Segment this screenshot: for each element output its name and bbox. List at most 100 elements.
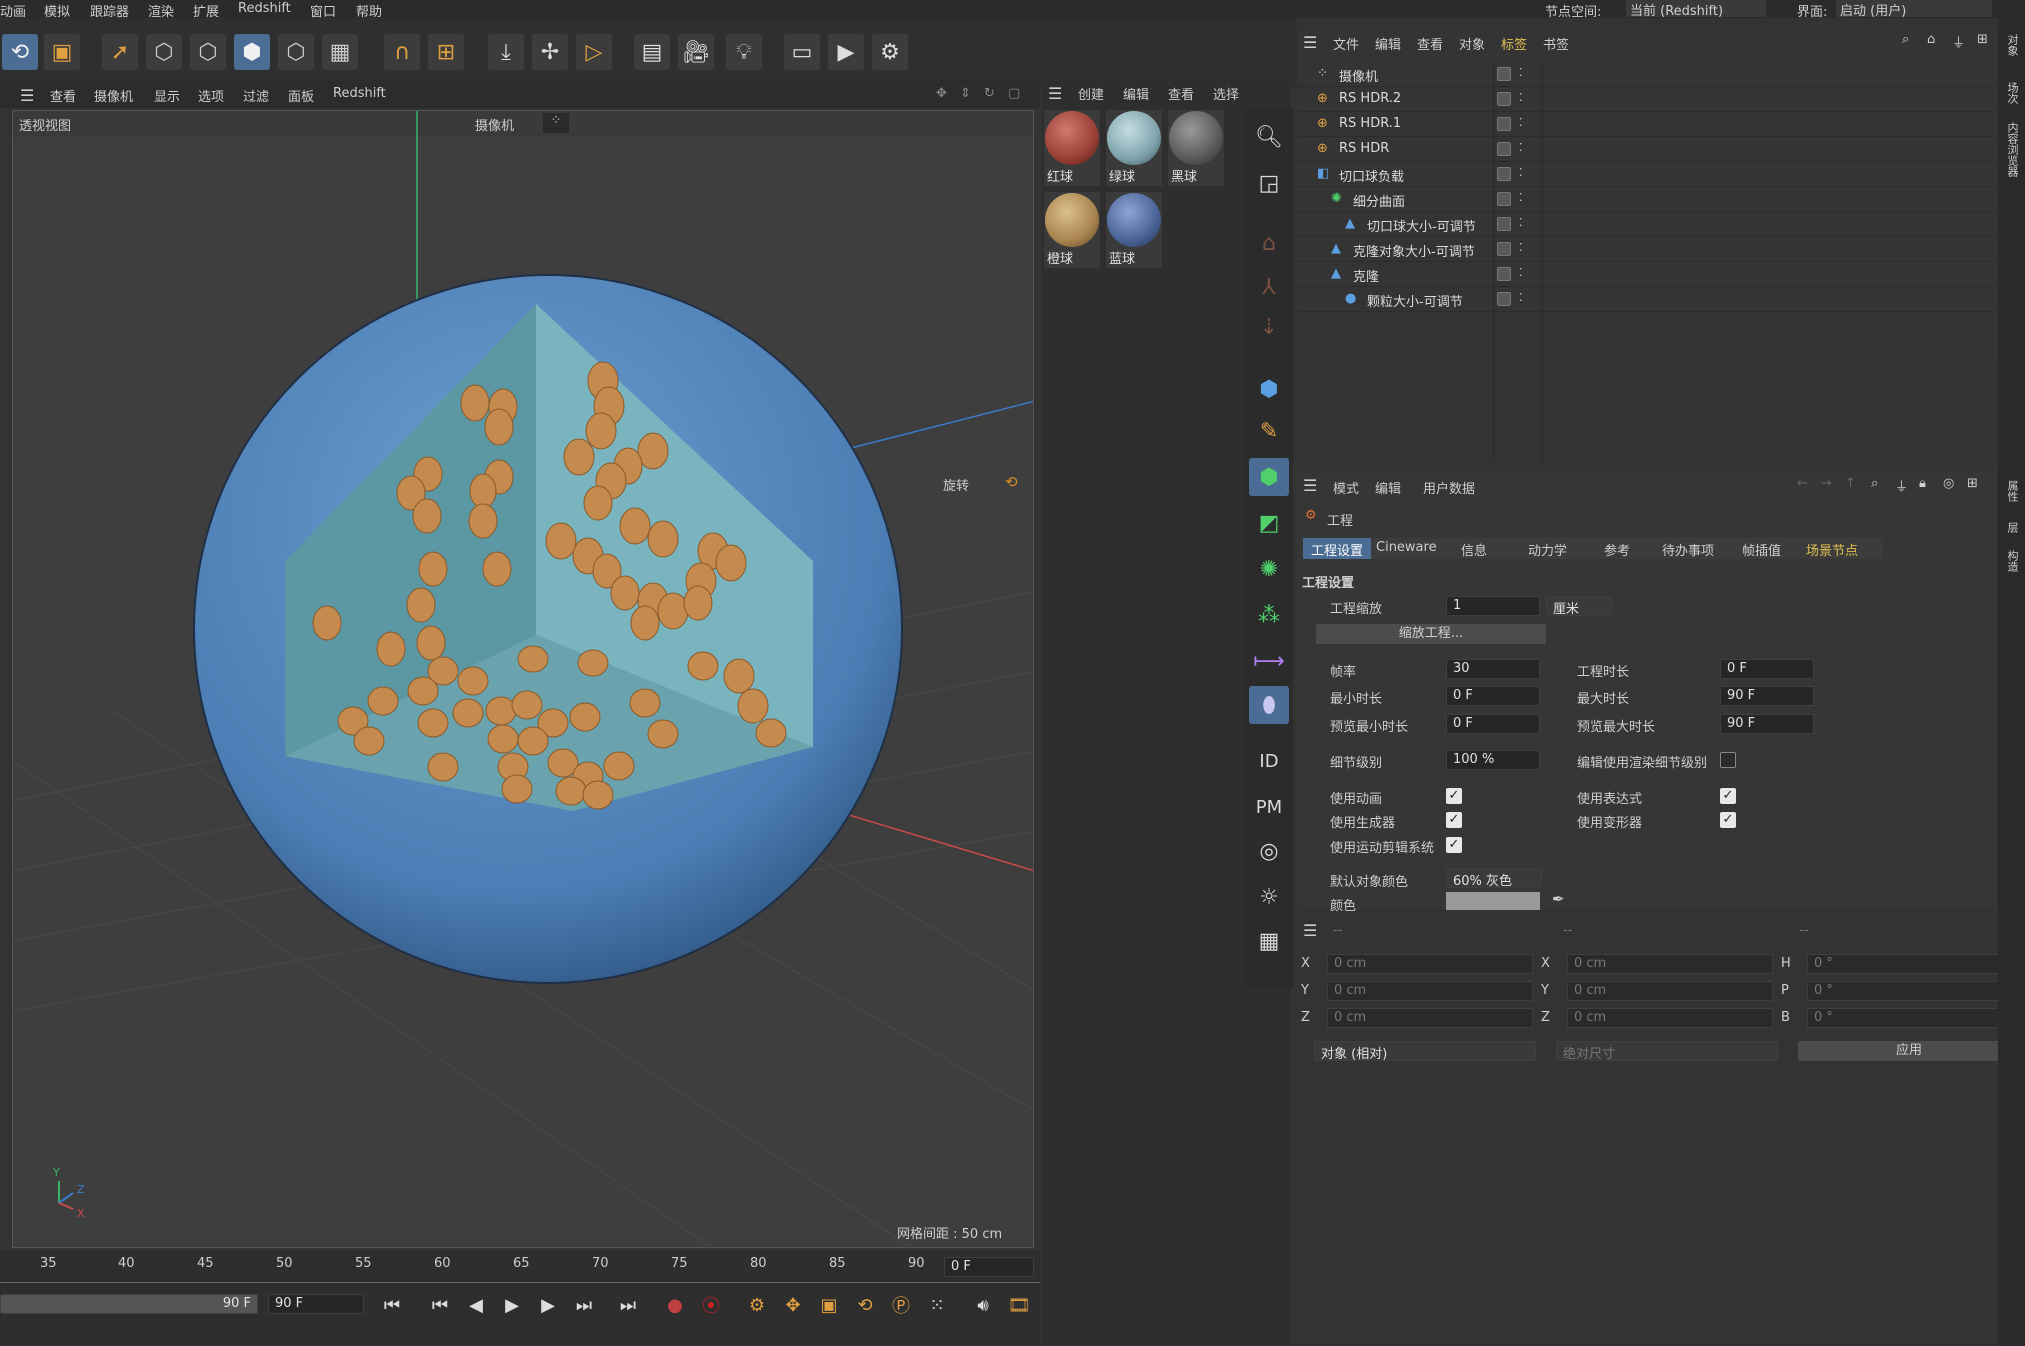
sound-icon[interactable]: 🔊︎ <box>968 1290 998 1320</box>
scale-key-icon[interactable]: ▣ <box>814 1290 844 1320</box>
rotate-key-icon[interactable]: ⟲ <box>850 1290 880 1320</box>
object-name[interactable]: 切口球负载 <box>1339 166 1404 185</box>
obj-menu-bookmarks[interactable]: 书签 <box>1543 34 1569 53</box>
object-row[interactable]: ◧ 切口球负载 ⁚ <box>1297 162 1997 187</box>
edge-mode-icon[interactable]: ⬡ <box>190 34 226 70</box>
coord-field[interactable]: 0 cm <box>1567 981 1773 1001</box>
visibility-dots-icon[interactable]: ⁚ <box>1519 91 1523 104</box>
side-tab-layers[interactable]: 层 <box>2004 522 2020 533</box>
add-panel-icon[interactable]: ⊞ <box>1977 32 1988 47</box>
max-time-field[interactable]: 90 F <box>1720 686 1814 706</box>
param-key-icon[interactable]: Ⓟ <box>886 1290 916 1320</box>
eyedropper-icon[interactable]: ✒ <box>1552 890 1565 908</box>
vp-menu-view[interactable]: 查看 <box>50 86 76 105</box>
layer-toggle[interactable] <box>1497 192 1511 206</box>
pm-icon[interactable]: PM <box>1249 788 1289 826</box>
hamburger-icon[interactable]: ☰ <box>20 86 34 105</box>
zoom-icon[interactable]: 🔍︎ <box>1249 118 1289 156</box>
next-frame-icon[interactable]: ▶ <box>533 1290 563 1320</box>
menu-item-redshift[interactable]: Redshift <box>238 1 291 16</box>
tab-todo[interactable]: 待办事项 <box>1654 538 1722 559</box>
layer-toggle[interactable] <box>1497 117 1511 131</box>
vp-menu-options[interactable]: 选项 <box>198 86 224 105</box>
rotate-view-icon[interactable]: ↻ <box>984 86 995 101</box>
object-row[interactable]: ▲ 切口球大小-可调节 ⁚ <box>1297 212 1997 237</box>
move-view-icon[interactable]: ✥ <box>936 86 947 101</box>
preview-end-field[interactable]: 90 F <box>0 1294 258 1314</box>
search-icon[interactable]: ⌕ <box>1902 32 1909 47</box>
tab-cineware[interactable]: Cineware <box>1368 538 1445 559</box>
auto-key-icon[interactable]: ⦿ <box>696 1290 726 1320</box>
use-animation-checkbox[interactable]: ✓ <box>1446 788 1462 804</box>
project-length-field[interactable]: 0 F <box>1720 659 1814 679</box>
coord-field[interactable]: 0 cm <box>1327 981 1533 1001</box>
object-row[interactable]: ▲ 克隆对象大小-可调节 ⁚ <box>1297 237 1997 262</box>
end-frame-field[interactable]: 90 F <box>268 1294 364 1314</box>
camera-object-icon[interactable]: 🎥︎ <box>678 34 714 70</box>
tab-dynamics[interactable]: 动力学 <box>1520 538 1575 559</box>
video-post-icon[interactable]: ▦ <box>1249 922 1289 960</box>
prev-key-icon[interactable]: ⏮ <box>425 1290 455 1320</box>
side-tab-attributes[interactable]: 属性 <box>2004 480 2020 502</box>
layer-toggle[interactable] <box>1497 167 1511 181</box>
drop-to-floor-icon[interactable]: ⤓ <box>488 34 524 70</box>
layer-toggle[interactable] <box>1497 142 1511 156</box>
add-panel-icon[interactable]: ⊞ <box>1967 476 1978 491</box>
tab-scene-nodes[interactable]: 场景节点 <box>1798 538 1866 559</box>
visibility-dots-icon[interactable]: ⁚ <box>1519 291 1523 304</box>
interface-select[interactable]: 启动 (用户) <box>1836 0 1992 19</box>
visibility-dots-icon[interactable]: ⁚ <box>1519 141 1523 154</box>
vp-menu-display[interactable]: 显示 <box>154 86 180 105</box>
go-to-start-icon[interactable]: ⏮ <box>377 1290 407 1320</box>
side-tab-structure[interactable]: 构造 <box>2004 550 2020 572</box>
object-row[interactable]: ⊕ RS HDR.2 ⁚ <box>1297 87 1997 112</box>
object-row[interactable]: ⁘ 摄像机 ⁚ <box>1297 62 1997 87</box>
layer-toggle[interactable] <box>1497 67 1511 81</box>
prev-frame-icon[interactable]: ◀ <box>461 1290 491 1320</box>
object-row[interactable]: ⊕ RS HDR.1 ⁚ <box>1297 112 1997 137</box>
cube-icon[interactable]: ⬢ <box>1249 370 1289 408</box>
mat-menu-edit[interactable]: 编辑 <box>1123 84 1149 103</box>
object-name[interactable]: RS HDR.1 <box>1339 116 1401 131</box>
attr-menu-userdata[interactable]: 用户数据 <box>1423 478 1475 497</box>
vp-menu-camera[interactable]: 摄像机 <box>94 86 133 105</box>
attr-menu-mode[interactable]: 模式 <box>1333 478 1359 497</box>
vp-menu-redshift[interactable]: Redshift <box>333 86 386 101</box>
material-swatch[interactable]: 红球 <box>1044 110 1100 186</box>
object-name[interactable]: 切口球大小-可调节 <box>1367 216 1476 235</box>
home-icon[interactable]: ⌂ <box>1927 32 1935 47</box>
coord-field[interactable]: 0 ° <box>1807 954 2013 974</box>
min-time-field[interactable]: 0 F <box>1446 686 1540 706</box>
object-name[interactable]: 细分曲面 <box>1353 191 1405 210</box>
workplane-icon[interactable]: ⊞ <box>428 34 464 70</box>
coord-field[interactable]: 0 ° <box>1807 1008 2013 1028</box>
pen-icon[interactable]: ✎ <box>1249 412 1289 450</box>
side-tab-takes[interactable]: 场次 <box>2004 82 2020 104</box>
attr-menu-icon[interactable]: ☰ <box>1303 476 1317 495</box>
use-motion-checkbox[interactable]: ✓ <box>1446 837 1462 853</box>
zoom-view-icon[interactable]: ⇕ <box>960 86 971 101</box>
light-bulb-icon[interactable]: 💡︎ <box>726 34 762 70</box>
layer-toggle[interactable] <box>1497 242 1511 256</box>
render-lod-checkbox[interactable] <box>1720 752 1736 768</box>
move-key-icon[interactable]: ✥ <box>778 1290 808 1320</box>
object-menu-icon[interactable]: ☰ <box>1303 33 1317 52</box>
weight-icon[interactable]: ⇣ <box>1249 308 1289 346</box>
fps-field[interactable]: 30 <box>1446 659 1540 679</box>
layer-toggle[interactable] <box>1497 92 1511 106</box>
preview-max-field[interactable]: 90 F <box>1720 714 1814 734</box>
maximize-view-icon[interactable]: ▢ <box>1008 86 1020 101</box>
layer-toggle[interactable] <box>1497 292 1511 306</box>
object-row[interactable]: ⊕ RS HDR ⁚ <box>1297 137 1997 162</box>
object-name[interactable]: RS HDR.2 <box>1339 91 1401 106</box>
object-name[interactable]: 摄像机 <box>1339 66 1378 85</box>
render-settings-icon[interactable]: ⚙ <box>872 34 908 70</box>
pla-key-icon[interactable]: ⁙ <box>922 1290 952 1320</box>
object-row[interactable]: ▲ 克隆 ⁚ <box>1297 262 1997 287</box>
up-arrow-icon[interactable]: ↑ <box>1845 476 1856 491</box>
rotate-icon[interactable]: ⟲ <box>1005 473 1018 491</box>
search-icon[interactable]: ⌕ <box>1871 476 1878 491</box>
coord-field[interactable]: 0 ° <box>1807 981 2013 1001</box>
vp-menu-filter[interactable]: 过滤 <box>243 86 269 105</box>
select-arrow-icon[interactable]: ➚ <box>102 34 138 70</box>
